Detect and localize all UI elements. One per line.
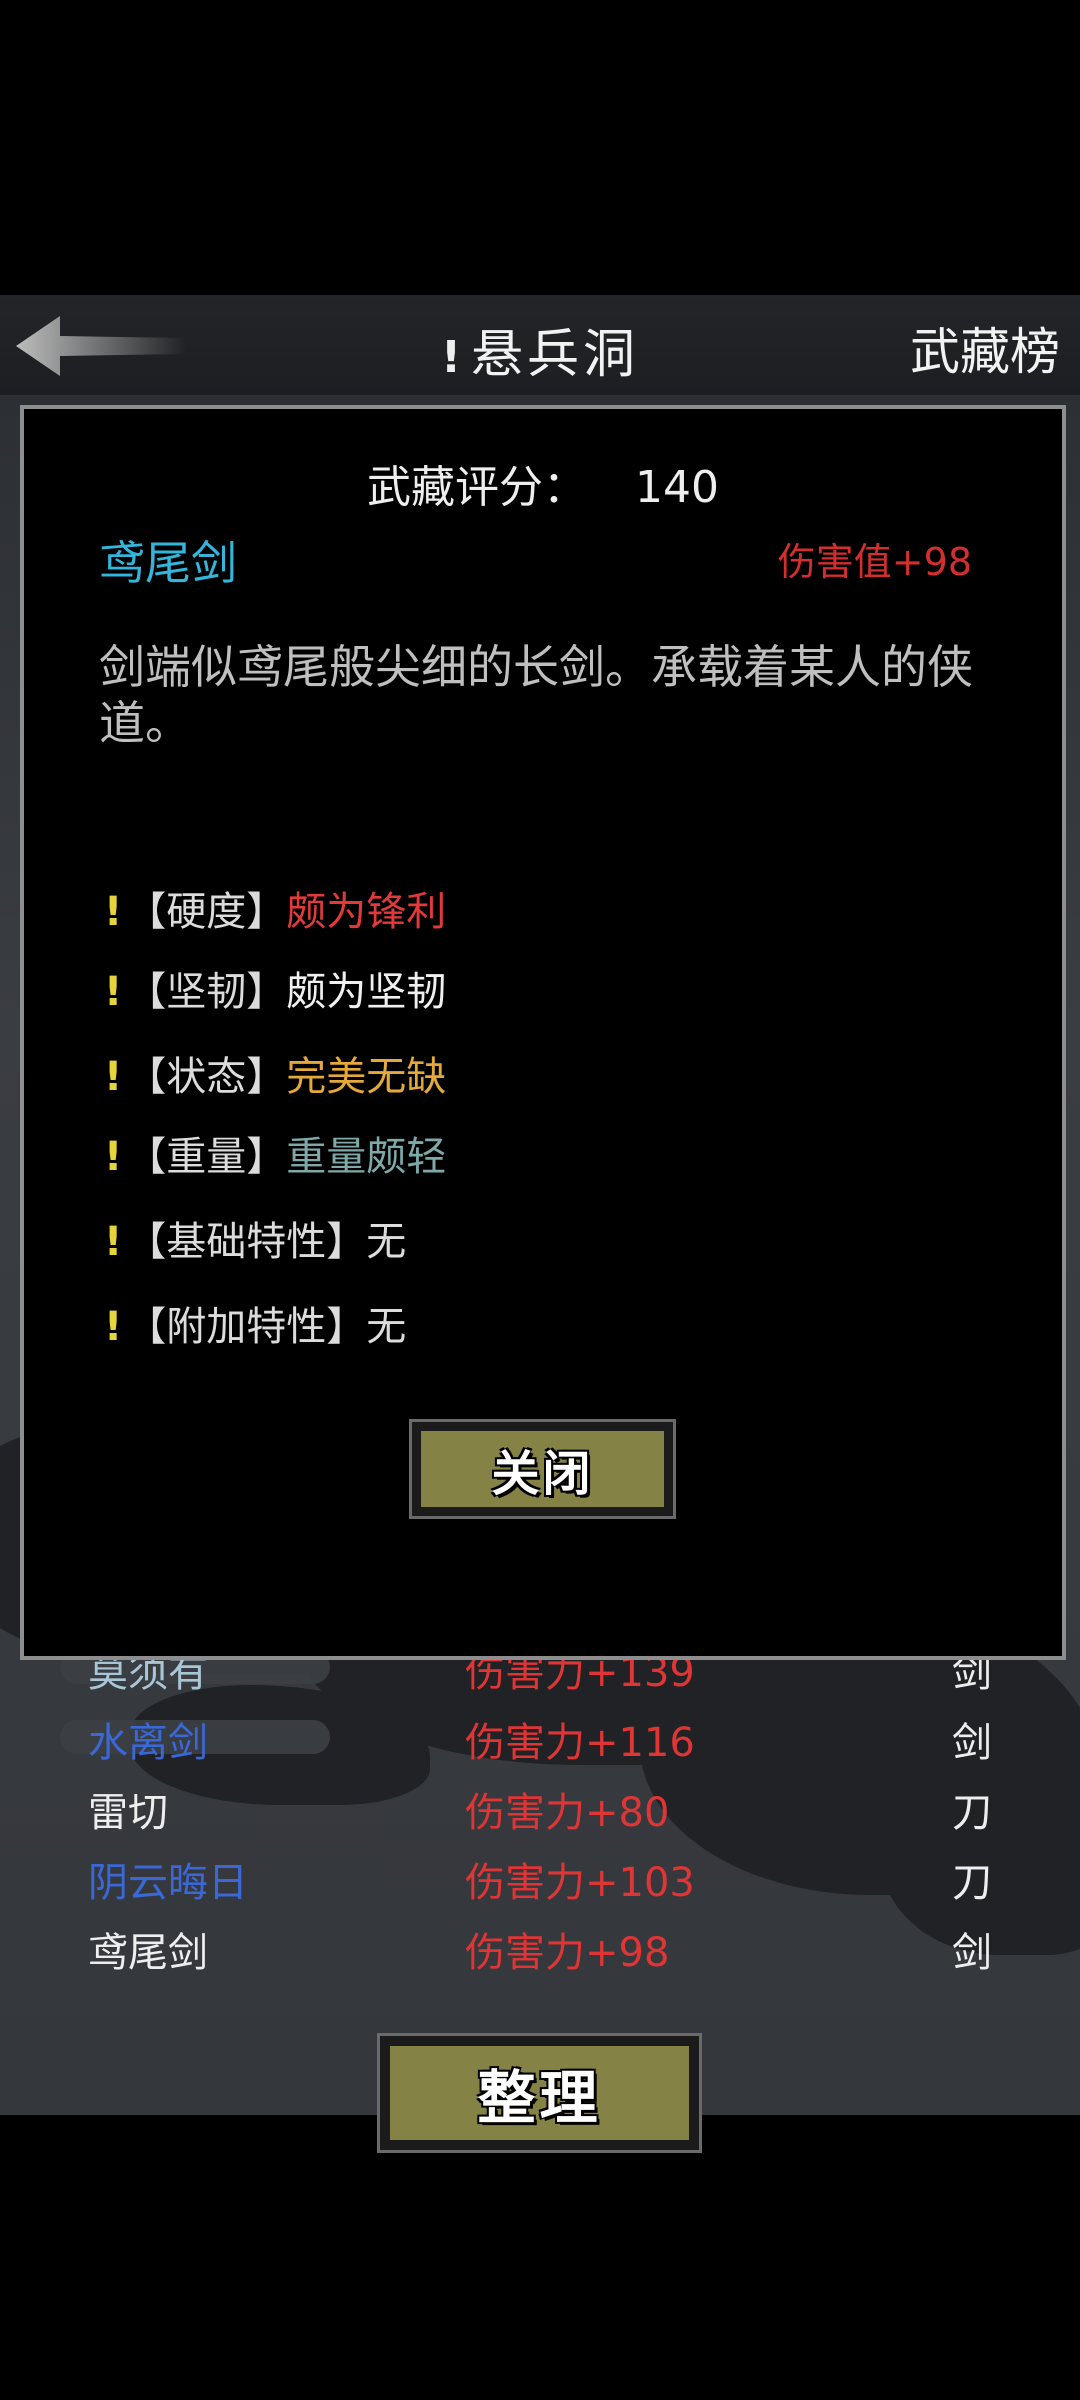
- sort-button-label: 整理: [390, 2046, 689, 2140]
- attribute-label: 【基础特性】: [126, 1219, 367, 1265]
- attribute-label: 【附加特性】: [126, 1304, 367, 1350]
- item-name: 鸢尾剑: [99, 536, 237, 590]
- attribute-value: 无: [366, 1219, 407, 1265]
- weapon-type: 剑: [952, 1930, 992, 1976]
- attribute-condition: ! 【状态】完美无缺: [104, 1044, 446, 1102]
- ranking-link[interactable]: 武藏榜: [910, 312, 1060, 384]
- item-detail-dialog: 武藏评分： 140 鸢尾剑 伤害值+98 剑端似鸢尾般尖细的长剑。承载着某人的侠道…: [20, 405, 1066, 1660]
- attribute-label: 【重量】: [126, 1134, 287, 1180]
- weapon-type: 剑: [952, 1720, 992, 1766]
- weapon-damage: 伤害力+116: [465, 1720, 695, 1766]
- weapon-name: 阴云晦日: [88, 1860, 248, 1906]
- exclamation-icon: !: [104, 1304, 123, 1350]
- item-description: 剑端似鸢尾般尖细的长剑。承载着某人的侠道。: [99, 640, 973, 750]
- weapon-name: 鸢尾剑: [88, 1930, 208, 1976]
- attribute-value: 颇为坚韧: [286, 969, 447, 1015]
- attribute-weight: ! 【重量】重量颇轻: [104, 1124, 446, 1182]
- weapon-type: 刀: [952, 1860, 992, 1906]
- weapon-row[interactable]: 鸢尾剑 伤害力+98 剑: [0, 1920, 1080, 1980]
- close-button-label: 关闭: [421, 1431, 664, 1507]
- attribute-label: 【硬度】: [126, 889, 287, 935]
- attribute-base-trait: ! 【基础特性】无: [104, 1209, 406, 1267]
- attribute-hardness: ! 【硬度】颇为锋利: [104, 879, 446, 937]
- weapon-row[interactable]: 水离剑 伤害力+116 剑: [0, 1710, 1080, 1770]
- item-damage: 伤害值+98: [777, 540, 972, 584]
- sort-button[interactable]: 整理: [377, 2033, 702, 2153]
- close-button[interactable]: 关闭: [409, 1419, 676, 1519]
- attribute-toughness: ! 【坚韧】颇为坚韧: [104, 959, 446, 1017]
- exclamation-icon: !: [104, 1219, 123, 1265]
- weapon-type: 刀: [952, 1790, 992, 1836]
- exclamation-icon: !: [104, 969, 123, 1015]
- attribute-extra-trait: ! 【附加特性】无: [104, 1294, 406, 1352]
- exclamation-icon: !: [104, 889, 123, 935]
- attribute-value: 重量颇轻: [286, 1134, 447, 1180]
- score-value: 140: [635, 462, 719, 513]
- weapon-damage: 伤害力+103: [465, 1860, 695, 1906]
- attribute-value: 无: [366, 1304, 407, 1350]
- attribute-value: 颇为锋利: [286, 889, 447, 935]
- weapon-damage: 伤害力+80: [465, 1790, 670, 1836]
- attribute-label: 【坚韧】: [126, 969, 287, 1015]
- exclamation-icon: !: [440, 332, 466, 383]
- exclamation-icon: !: [104, 1134, 123, 1180]
- weapon-name: 水离剑: [88, 1720, 208, 1766]
- page-title-text: 悬兵洞: [471, 325, 640, 385]
- attribute-label: 【状态】: [126, 1054, 287, 1100]
- weapon-row[interactable]: 阴云晦日 伤害力+103 刀: [0, 1850, 1080, 1910]
- attribute-value: 完美无缺: [286, 1054, 447, 1100]
- score-label: 武藏评分：: [367, 462, 587, 513]
- score-line: 武藏评分： 140: [24, 451, 1062, 515]
- weapon-row[interactable]: 雷切 伤害力+80 刀: [0, 1780, 1080, 1840]
- exclamation-icon: !: [104, 1054, 123, 1100]
- weapon-name: 雷切: [88, 1790, 168, 1836]
- weapon-damage: 伤害力+98: [465, 1930, 670, 1976]
